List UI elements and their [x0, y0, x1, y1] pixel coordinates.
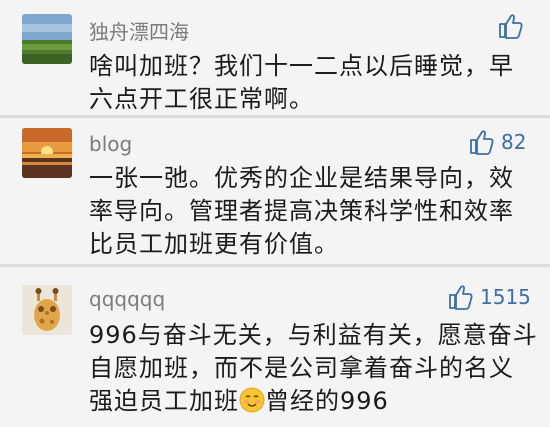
username[interactable]: 独舟漂四海 — [89, 16, 189, 45]
sunset-avatar-image — [22, 128, 72, 178]
thumbs-up-icon — [470, 130, 494, 155]
comment-card: 独舟漂四海 啥叫加班？我们十一二点以后睡觉，早 六点开工很正常啊。 — [0, 0, 550, 115]
like-count: 1515 — [480, 285, 531, 309]
username[interactable]: blog — [89, 132, 132, 156]
smiling-face-emoji — [239, 387, 265, 413]
comment-card: qqqqqq 1515 996与奋斗无关，与利益有关，愿意奋斗 自愿加班，而不是… — [0, 267, 550, 427]
giraffe-avatar-image — [22, 285, 72, 335]
thumbs-up-icon — [449, 285, 473, 310]
avatar[interactable] — [22, 285, 72, 335]
comment-text: 啥叫加班？我们十一二点以后睡觉，早 六点开工很正常啊。 — [89, 50, 539, 116]
comment-card: blog 82 一张一弛。优秀的企业是结果导向，效 率导向。管理者提高决策科学性… — [0, 118, 550, 264]
comment-text-segment: 曾经的996 — [265, 387, 389, 415]
comment-line: 率导向。管理者提高决策科学性和效率 — [89, 197, 514, 225]
like-button[interactable]: 82 — [468, 128, 526, 156]
comment-text: 一张一弛。优秀的企业是结果导向，效 率导向。管理者提高决策科学性和效率 比员工加… — [89, 162, 539, 261]
comment-line: 啥叫加班？我们十一二点以后睡觉，早 — [89, 52, 514, 80]
comment-line: 强迫员工加班 曾经的996 — [89, 385, 539, 418]
thumbs-up-icon — [499, 14, 523, 39]
comment-line: 六点开工很正常啊。 — [89, 85, 314, 113]
like-count: 82 — [501, 130, 527, 154]
comment-line: 一张一弛。优秀的企业是结果导向，效 — [89, 164, 514, 192]
avatar[interactable] — [22, 128, 72, 178]
comment-line: 996与奋斗无关，与利益有关，愿意奋斗 — [89, 321, 538, 349]
comment-line: 比员工加班更有价值。 — [89, 230, 339, 258]
comment-text: 996与奋斗无关，与利益有关，愿意奋斗 自愿加班，而不是公司拿着奋斗的名义 强迫… — [89, 319, 539, 418]
comment-line: 自愿加班，而不是公司拿着奋斗的名义 — [89, 354, 514, 382]
avatar[interactable] — [22, 14, 72, 64]
like-button[interactable] — [497, 12, 530, 40]
comment-text-segment: 强迫员工加班 — [89, 387, 239, 415]
landscape-avatar-image — [22, 14, 72, 64]
username[interactable]: qqqqqq — [89, 287, 165, 311]
like-button[interactable]: 1515 — [447, 283, 531, 311]
